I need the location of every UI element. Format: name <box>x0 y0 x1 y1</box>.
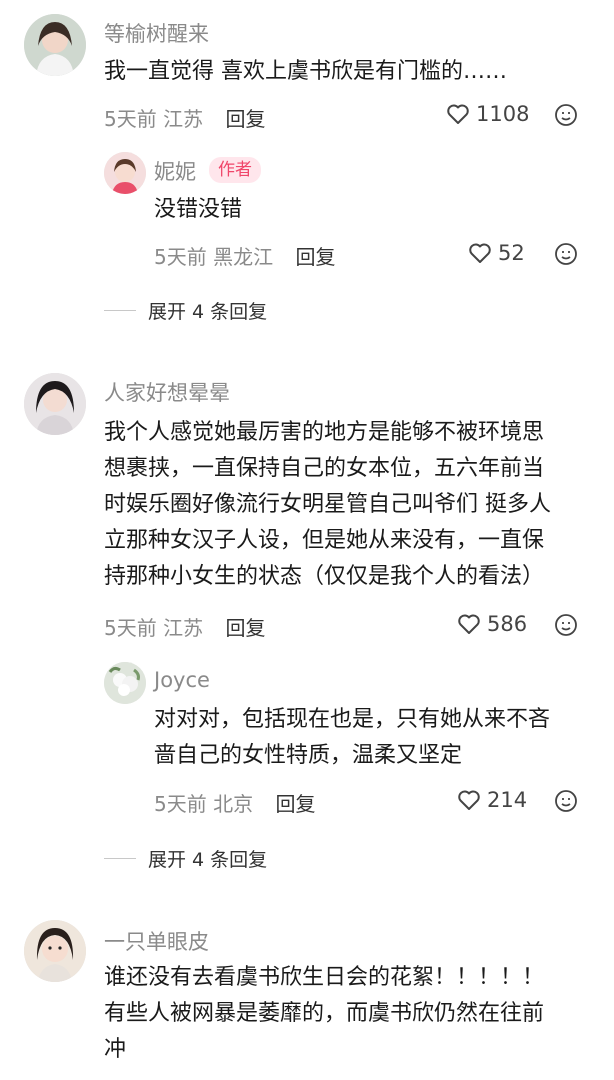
expand-replies-label: 展开 4 条回复 <box>148 301 268 323</box>
like-button[interactable]: 1108 <box>446 102 529 126</box>
reply-username[interactable]: Joyce <box>154 668 210 692</box>
comment-text-line: 时娱乐圈好像流行女明星管自己叫爷们 挺多人 <box>104 492 551 517</box>
comment-text-line: 谁还没有去看虞书欣生日会的花絮！！！！！ <box>104 965 545 990</box>
reply-user-avatar[interactable] <box>104 152 146 194</box>
heart-outline-icon <box>458 790 480 810</box>
comment-text: 我个人感觉她最厉害的地方是能够不被环境思 想裹挟，一直保持自己的女本位，五六年前… <box>104 415 551 595</box>
like-count: 214 <box>487 788 528 812</box>
reply-button[interactable]: 回复 <box>295 245 335 269</box>
heart-outline-icon <box>447 104 469 124</box>
smiley-emoji-icon[interactable] <box>554 613 578 637</box>
comment-time: 5天前 <box>104 107 157 131</box>
username[interactable]: 一只单眼皮 <box>104 926 209 956</box>
user-avatar[interactable] <box>24 14 86 76</box>
expand-replies-button[interactable]: 展开 4 条回复 <box>104 297 267 324</box>
comment-time: 5天前 <box>104 616 157 640</box>
user-avatar[interactable] <box>24 920 86 982</box>
comment-text: 谁还没有去看虞书欣生日会的花絮！！！！！ 有些人被网暴是萎靡的，而虞书欣仍然在往… <box>104 960 544 1068</box>
username[interactable]: 等榆树醒来 <box>104 18 209 48</box>
comment-text: 我一直觉得 喜欢上虞书欣是有门槛的…… <box>104 54 507 90</box>
expand-replies-button[interactable]: 展开 4 条回复 <box>104 845 267 872</box>
reply-button[interactable]: 回复 <box>275 792 315 816</box>
smiley-emoji-icon[interactable] <box>554 242 578 266</box>
like-count: 586 <box>487 612 528 636</box>
username[interactable]: 人家好想晕晕 <box>104 377 230 407</box>
reply-location: 黑龙江 <box>213 245 274 269</box>
comment-text-line: 想裹挟，一直保持自己的女本位，五六年前当 <box>104 456 545 481</box>
author-badge: 作者 <box>209 157 261 183</box>
reply-text: 对对对，包括现在也是，只有她从来不吝 啬自己的女性特质，温柔又坚定 <box>154 702 550 774</box>
like-button[interactable]: 214 <box>457 788 527 812</box>
comment-text-line: 立那种女汉子人设，但是她从来没有，一直保 <box>104 528 545 553</box>
comment-text-line: 持那种小女生的状态（仅仅是我个人的看法） <box>104 564 545 589</box>
reply-text: 没错没错 <box>154 192 242 228</box>
comment-text-line: 我一直觉得 喜欢上虞书欣是有门槛的…… <box>104 59 507 84</box>
reply-meta: 5天前 黑龙江 回复 <box>154 241 335 270</box>
user-avatar[interactable] <box>24 373 86 435</box>
expand-replies-label: 展开 4 条回复 <box>148 849 268 871</box>
like-button[interactable]: 52 <box>468 241 525 265</box>
heart-outline-icon <box>469 243 491 263</box>
like-button[interactable]: 586 <box>457 612 527 636</box>
reply-meta: 5天前 北京 回复 <box>154 788 315 817</box>
comment-text-line: 我个人感觉她最厉害的地方是能够不被环境思 <box>104 420 545 445</box>
smiley-emoji-icon[interactable] <box>554 103 578 127</box>
like-count: 1108 <box>476 102 530 126</box>
reply-time: 5天前 <box>154 245 207 269</box>
comment-text-line: 有些人被网暴是萎靡的，而虞书欣仍然在往前 <box>104 1001 545 1026</box>
smiley-emoji-icon[interactable] <box>554 789 578 813</box>
comment-location: 江苏 <box>163 107 204 131</box>
reply-time: 5天前 <box>154 792 207 816</box>
heart-outline-icon <box>458 614 480 634</box>
reply-button[interactable]: 回复 <box>225 616 265 640</box>
reply-text-line: 对对对，包括现在也是，只有她从来不吝 <box>154 707 551 732</box>
like-count: 52 <box>498 241 525 265</box>
comment-meta: 5天前 江苏 回复 <box>104 103 265 132</box>
comment-text-line: 冲 <box>104 1037 127 1062</box>
reply-username[interactable]: 妮妮 <box>154 156 196 186</box>
comment-meta: 5天前 江苏 回复 <box>104 612 265 641</box>
reply-text-line: 没错没错 <box>154 197 243 222</box>
reply-user-avatar[interactable] <box>104 662 146 704</box>
reply-location: 北京 <box>213 792 254 816</box>
reply-text-line: 啬自己的女性特质，温柔又坚定 <box>154 743 463 768</box>
divider-line <box>104 310 136 311</box>
reply-button[interactable]: 回复 <box>225 107 265 131</box>
comment-location: 江苏 <box>163 616 204 640</box>
divider-line <box>104 858 136 859</box>
